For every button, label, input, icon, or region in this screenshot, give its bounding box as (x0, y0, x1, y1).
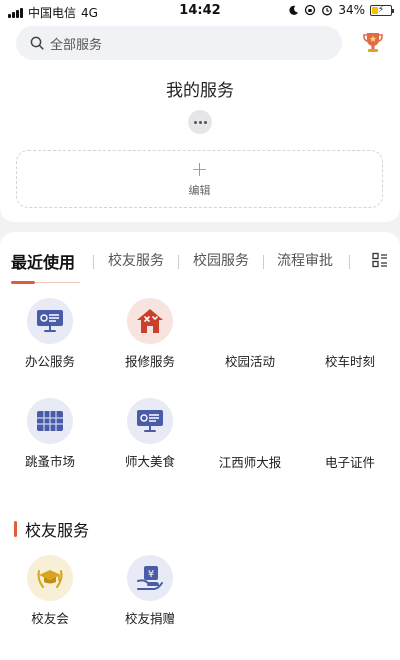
alarm-icon (322, 5, 333, 16)
section-title-text: 校友服务 (25, 521, 90, 540)
service-label: 办公服务 (24, 354, 75, 369)
battery-percent: 34% (338, 3, 365, 17)
my-services-title: 我的服务 (166, 81, 234, 101)
service-office[interactable]: 办公服务 (2, 298, 98, 370)
network-label: 4G (81, 5, 98, 20)
market-grid-icon (27, 398, 73, 444)
edit-button[interactable]: + 编辑 (16, 150, 383, 208)
search-icon (30, 36, 44, 50)
list-view-icon[interactable] (372, 252, 388, 268)
service-label: 校车时刻 (324, 354, 375, 369)
graduation-cap-icon (27, 555, 73, 601)
service-label: 江西师大报 (218, 455, 282, 470)
alumni-section-title: 校友服务 (14, 517, 89, 541)
more-button[interactable] (188, 110, 212, 134)
dot (198, 120, 202, 124)
tab-divider (93, 255, 94, 269)
rotation-lock-icon (305, 4, 316, 16)
svg-text:¥: ¥ (148, 569, 154, 580)
carrier-label: 中国电信 (28, 6, 77, 20)
battery-icon: ⚡ (370, 4, 394, 16)
service-label: 电子证件 (324, 455, 375, 470)
tab-alumni[interactable]: 校友服务 (108, 250, 164, 270)
dot (193, 120, 197, 124)
my-services-card: 全部服务 我的服务 + 编辑 (0, 22, 400, 222)
plus-icon: + (191, 157, 208, 181)
edit-label: 编辑 (188, 184, 211, 197)
service-label: 校友捐赠 (124, 611, 175, 626)
signal-icon (8, 7, 23, 18)
service-alumni-donation[interactable]: ¥ 校友捐赠 (102, 555, 198, 627)
service-bus-schedule[interactable]: 校车时刻 (302, 351, 398, 370)
service-label: 校园活动 (224, 354, 275, 369)
tab-indicator-fade (35, 282, 80, 283)
tab-divider (263, 255, 264, 269)
service-food[interactable]: 师大美食 (102, 398, 198, 470)
section-marker (14, 521, 17, 537)
donation-icon: ¥ (127, 555, 173, 601)
tab-divider (178, 255, 179, 269)
service-campus-activity[interactable]: 校园活动 (202, 351, 298, 370)
service-label: 师大美食 (124, 454, 175, 469)
active-tab-indicator (11, 281, 35, 284)
service-flea-market[interactable]: 跳蚤市场 (2, 398, 98, 470)
tab-campus[interactable]: 校园服务 (193, 250, 249, 270)
tab-recent[interactable]: 最近使用 (11, 249, 75, 273)
tab-divider (349, 255, 350, 269)
monitor-icon (27, 298, 73, 344)
monitor-icon (127, 398, 173, 444)
dot (203, 120, 207, 124)
repair-house-icon (127, 298, 173, 344)
service-label: 跳蚤市场 (24, 454, 75, 469)
service-repair[interactable]: 报修服务 (102, 298, 198, 370)
search-placeholder: 全部服务 (50, 37, 103, 53)
service-alumni-association[interactable]: 校友会 (2, 555, 98, 627)
search-box[interactable]: 全部服务 (16, 26, 342, 60)
service-e-certificate[interactable]: 电子证件 (302, 452, 398, 471)
moon-icon (289, 5, 299, 15)
service-label: 校友会 (31, 611, 69, 626)
services-panel: 最近使用 校友服务 校园服务 流程审批 办公服务 报修服务 校园活动 校车时刻 (0, 232, 400, 660)
tab-bar: 最近使用 校友服务 校园服务 流程审批 (0, 250, 400, 280)
service-label: 报修服务 (124, 354, 175, 369)
service-newspaper[interactable]: 江西师大报 (202, 452, 298, 471)
tab-approval[interactable]: 流程审批 (277, 250, 333, 270)
trophy-icon[interactable] (362, 31, 384, 55)
status-bar: 中国电信 4G 14:42 34% ⚡ (0, 0, 400, 22)
